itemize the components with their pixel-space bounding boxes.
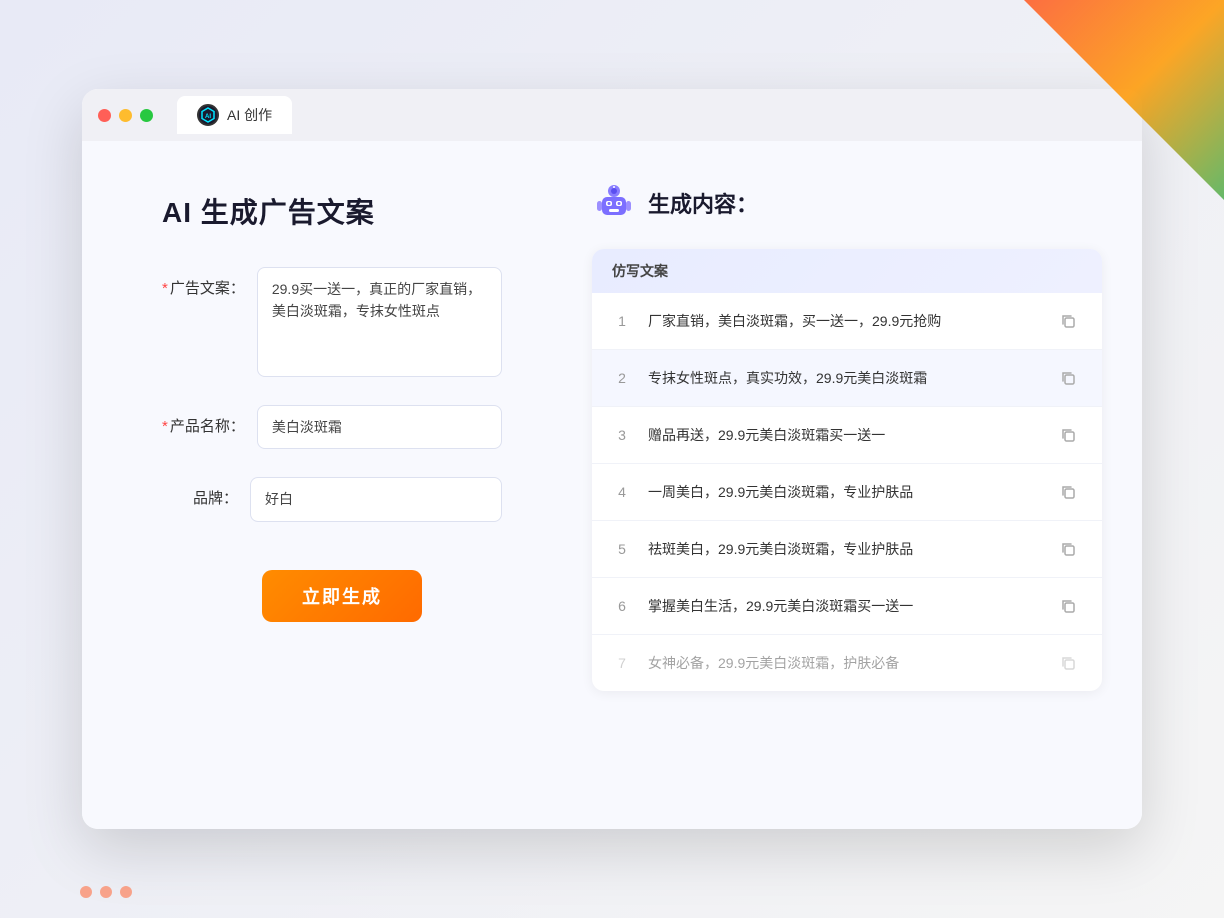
product-name-input[interactable]	[257, 405, 502, 449]
svg-text:AI: AI	[205, 114, 211, 120]
maximize-button[interactable]	[140, 109, 153, 122]
dot-2	[100, 886, 112, 898]
row-number: 7	[612, 655, 632, 671]
table-header: 仿写文案	[592, 249, 1102, 293]
brand-label: 品牌：	[162, 477, 250, 508]
content-area: AI 生成广告文案 *广告文案： 29.9买一送一，真正的厂家直销，美白淡斑霜，…	[82, 141, 1142, 829]
title-bar: AI AI 创作	[82, 89, 1142, 141]
copy-icon[interactable]	[1054, 421, 1082, 449]
row-text: 祛斑美白，29.9元美白淡斑霜，专业护肤品	[648, 539, 1038, 560]
copy-icon[interactable]	[1054, 649, 1082, 677]
browser-tab[interactable]: AI AI 创作	[177, 96, 292, 134]
required-mark-1: *	[162, 280, 168, 297]
tab-ai-icon: AI	[197, 104, 219, 126]
dot-1	[80, 886, 92, 898]
result-row: 4 一周美白，29.9元美白淡斑霜，专业护肤品	[592, 464, 1102, 521]
result-title: 生成内容：	[648, 187, 758, 219]
row-number: 6	[612, 598, 632, 614]
robot-icon	[592, 181, 636, 225]
ad-copy-label: *广告文案：	[162, 267, 257, 298]
brand-input[interactable]	[250, 477, 502, 521]
generate-button[interactable]: 立即生成	[262, 570, 422, 622]
result-header: 生成内容：	[592, 181, 1102, 225]
bg-decoration-bottom	[80, 886, 132, 898]
row-text: 专抹女性斑点，真实功效，29.9元美白淡斑霜	[648, 368, 1038, 389]
result-row: 7 女神必备，29.9元美白淡斑霜，护肤必备	[592, 635, 1102, 691]
page-title: AI 生成广告文案	[162, 191, 502, 231]
copy-icon[interactable]	[1054, 364, 1082, 392]
browser-window: AI AI 创作 AI 生成广告文案 *广告文案： 29.9买一送一，真正的厂家…	[82, 89, 1142, 829]
row-text: 一周美白，29.9元美白淡斑霜，专业护肤品	[648, 482, 1038, 503]
product-name-label: *产品名称：	[162, 405, 257, 436]
row-number: 2	[612, 370, 632, 386]
row-number: 1	[612, 313, 632, 329]
product-name-group: *产品名称：	[162, 405, 502, 449]
row-text: 掌握美白生活，29.9元美白淡斑霜买一送一	[648, 596, 1038, 617]
row-text: 赠品再送，29.9元美白淡斑霜买一送一	[648, 425, 1038, 446]
copy-icon[interactable]	[1054, 478, 1082, 506]
copy-icon[interactable]	[1054, 535, 1082, 563]
result-row: 3 赠品再送，29.9元美白淡斑霜买一送一	[592, 407, 1102, 464]
row-number: 5	[612, 541, 632, 557]
result-row: 6 掌握美白生活，29.9元美白淡斑霜买一送一	[592, 578, 1102, 635]
row-number: 4	[612, 484, 632, 500]
row-text: 女神必备，29.9元美白淡斑霜，护肤必备	[648, 653, 1038, 674]
row-text: 厂家直销，美白淡斑霜，买一送一，29.9元抢购	[648, 311, 1038, 332]
copy-icon[interactable]	[1054, 592, 1082, 620]
left-panel: AI 生成广告文案 *广告文案： 29.9买一送一，真正的厂家直销，美白淡斑霜，…	[82, 141, 562, 829]
right-panel: 生成内容： 仿写文案 1 厂家直销，美白淡斑霜，买一送一，29.9元抢购 2 专…	[562, 141, 1142, 829]
result-row: 1 厂家直销，美白淡斑霜，买一送一，29.9元抢购	[592, 293, 1102, 350]
tab-label: AI 创作	[227, 105, 272, 125]
copy-icon[interactable]	[1054, 307, 1082, 335]
brand-group: 品牌：	[162, 477, 502, 521]
result-row: 5 祛斑美白，29.9元美白淡斑霜，专业护肤品	[592, 521, 1102, 578]
results-table: 仿写文案 1 厂家直销，美白淡斑霜，买一送一，29.9元抢购 2 专抹女性斑点，…	[592, 249, 1102, 691]
ad-copy-group: *广告文案： 29.9买一送一，真正的厂家直销，美白淡斑霜，专抹女性斑点	[162, 267, 502, 377]
close-button[interactable]	[98, 109, 111, 122]
ad-copy-input[interactable]: 29.9买一送一，真正的厂家直销，美白淡斑霜，专抹女性斑点	[257, 267, 502, 377]
result-row: 2 专抹女性斑点，真实功效，29.9元美白淡斑霜	[592, 350, 1102, 407]
row-number: 3	[612, 427, 632, 443]
dot-3	[120, 886, 132, 898]
minimize-button[interactable]	[119, 109, 132, 122]
results-container: 1 厂家直销，美白淡斑霜，买一送一，29.9元抢购 2 专抹女性斑点，真实功效，…	[592, 293, 1102, 691]
required-mark-2: *	[162, 418, 168, 435]
